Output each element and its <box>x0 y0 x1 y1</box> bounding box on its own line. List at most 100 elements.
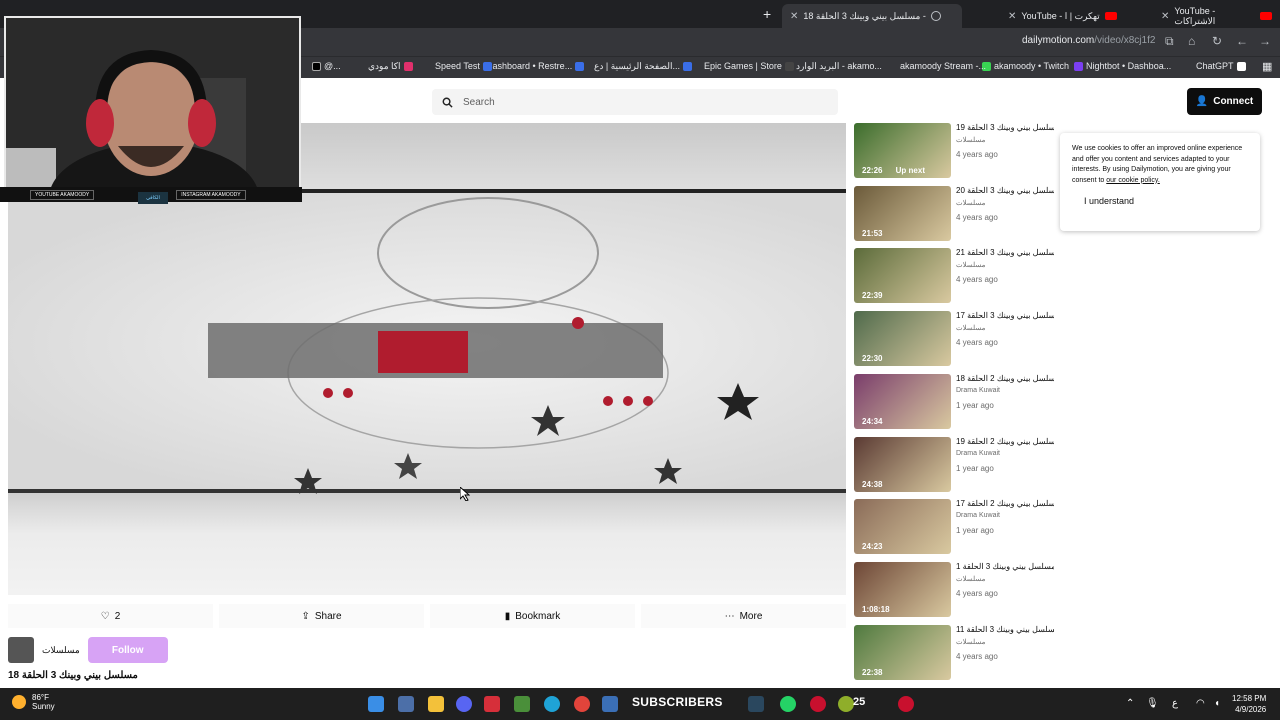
recorder-icon[interactable] <box>898 696 914 712</box>
related-video-item[interactable]: 21:53 مسلسل بيني وبينك 3 الحلقة 20 مسلسلات… <box>854 185 1054 242</box>
related-age: 4 years ago <box>956 275 998 285</box>
bookmark-label: اكا مودي <box>368 61 401 71</box>
bookmark-label: @... <box>324 61 341 71</box>
related-age: 4 years ago <box>956 150 998 159</box>
connect-button[interactable]: 👤 Connect <box>1187 88 1262 115</box>
url-field[interactable]: dailymotion.com/video/x8cj1f2 <box>1022 35 1155 46</box>
related-channel[interactable]: مسلسلات <box>956 261 985 269</box>
video-thumbnail[interactable]: 22:26 Up next <box>854 123 951 178</box>
bookmark-x[interactable]: @... <box>312 61 341 71</box>
bookmarks-overflow-icon[interactable]: ▦ <box>1262 60 1272 73</box>
share-button[interactable]: ⇪ Share <box>219 604 424 628</box>
related-video-item[interactable]: 22:39 مسلسل بيني وبينك 3 الحلقة 21 مسلسلات… <box>854 248 1054 304</box>
close-icon[interactable]: ✕ <box>1161 11 1169 22</box>
bookmark-label: Nightbot • Dashboa... <box>1086 61 1172 71</box>
bookmark-twitch[interactable]: akamoody • Twitch <box>982 61 1069 71</box>
like-button[interactable]: ♡ 2 <box>8 604 213 628</box>
related-title[interactable]: مسلسل بيني وبينك 2 الحلقة 18 <box>956 374 1054 383</box>
close-icon[interactable]: ✕ <box>1008 11 1016 22</box>
bookmark-speedtest[interactable]: Speed Test <box>435 61 492 71</box>
video-thumbnail[interactable]: 22:38 <box>854 624 951 680</box>
bookmark-button[interactable]: ▮ Bookmark <box>430 604 635 628</box>
related-title[interactable]: مسلسل بيني وبينك 3 الحلقة 21 <box>956 248 1054 257</box>
bookmark-home[interactable]: الصفحة الرئيسية | دع... <box>594 61 692 72</box>
steam-icon[interactable] <box>748 696 764 712</box>
related-channel[interactable]: مسلسلات <box>956 638 985 646</box>
new-tab-button[interactable]: + <box>763 6 771 22</box>
clock[interactable]: 12:58 PM 4/9/2026 <box>1232 693 1266 715</box>
related-channel[interactable]: مسلسلات <box>956 324 985 332</box>
understand-button[interactable]: I understand <box>1084 196 1134 206</box>
bookmark-nightbot[interactable]: Nightbot • Dashboa... <box>1074 61 1171 71</box>
related-video-item[interactable]: 22:30 مسلسل بيني وبينك 3 الحلقة 17 مسلسلات… <box>854 311 1054 367</box>
related-title[interactable]: مسلسل بيني وبينك 3 الحلقة 11 <box>956 625 1054 634</box>
chevron-up-icon[interactable]: ⌃ <box>1126 698 1134 709</box>
edge-icon[interactable] <box>544 696 560 712</box>
related-title[interactable]: مسلسل بيني وبينك 3 الحلقة 17 <box>956 311 1054 320</box>
related-video-item[interactable]: 1:08:18 مسلسل بيني وبينك 3 الحلقة 1 مسلسلا… <box>854 561 1054 618</box>
cookie-policy-link[interactable]: our cookie policy. <box>1106 177 1160 184</box>
discord-icon[interactable] <box>456 696 472 712</box>
channel-name[interactable]: مسلسلات <box>42 645 80 656</box>
whatsapp-icon[interactable] <box>780 696 796 712</box>
related-video-item[interactable]: 24:23 مسلسل بيني وبينك 2 الحلقة 17 Drama K… <box>854 499 1054 555</box>
related-channel[interactable]: Drama Kuwait <box>956 387 1000 394</box>
bookmark-epic[interactable]: Epic Games | Store <box>704 61 794 71</box>
related-channel[interactable]: مسلسلات <box>956 136 985 144</box>
close-icon[interactable]: ✕ <box>790 11 798 22</box>
video-thumbnail[interactable]: 21:53 <box>854 185 951 241</box>
related-title[interactable]: مسلسل بيني وبينك 2 الحلقة 17 <box>956 499 1054 508</box>
related-video-item[interactable]: 22:26 Up next مسلسل بيني وبينك 3 الحلقة 19… <box>854 123 1054 179</box>
app-icon[interactable] <box>602 696 618 712</box>
task-view-icon[interactable] <box>398 696 414 712</box>
video-thumbnail[interactable]: 24:38 <box>854 436 951 492</box>
forward-icon[interactable]: ← <box>1236 34 1248 48</box>
back-icon[interactable]: → <box>1259 34 1271 48</box>
obs-icon[interactable] <box>484 696 500 712</box>
tab-subscriptions[interactable]: ✕ YouTube - الاشتراكات <box>1153 4 1280 28</box>
home-icon[interactable]: ⌂ <box>1188 34 1195 48</box>
duration-label: 24:34 <box>862 416 883 426</box>
related-video-item[interactable]: 24:34 مسلسل بيني وبينك 2 الحلقة 18 Drama K… <box>854 373 1054 430</box>
search-input[interactable]: Search <box>432 89 838 115</box>
chrome-icon[interactable] <box>574 696 590 712</box>
tab-youtube[interactable]: ✕ YouTube - تهكرت | ا <box>1000 4 1125 28</box>
video-thumbnail[interactable]: 24:34 <box>854 373 951 429</box>
related-title[interactable]: مسلسل بيني وبينك 3 الحلقة 1 <box>956 562 1054 571</box>
related-channel[interactable]: مسلسلات <box>956 575 985 583</box>
related-channel[interactable]: Drama Kuwait <box>956 450 1000 457</box>
file-explorer-icon[interactable] <box>428 696 444 712</box>
bookmark-akamoody[interactable]: اكا مودي <box>368 61 413 72</box>
video-thumbnail[interactable]: 22:30 <box>854 311 951 367</box>
start-icon[interactable] <box>368 696 384 712</box>
video-thumbnail[interactable]: 22:39 <box>854 248 951 304</box>
related-channel[interactable]: مسلسلات <box>956 199 985 207</box>
app-red-icon[interactable] <box>810 696 826 712</box>
related-channel[interactable]: Drama Kuwait <box>956 512 1000 519</box>
related-video-item[interactable]: 22:38 مسلسل بيني وبينك 3 الحلقة 11 مسلسلات… <box>854 624 1054 681</box>
related-title[interactable]: مسلسل بيني وبينك 2 الحلقة 19 <box>956 437 1054 446</box>
related-title[interactable]: مسلسل بيني وبينك 3 الحلقة 19 <box>956 123 1054 132</box>
follow-button[interactable]: Follow <box>87 637 168 663</box>
bookmark-stream[interactable]: akamoody Stream -... <box>900 61 986 71</box>
badge-icon[interactable] <box>838 696 854 712</box>
wifi-icon[interactable]: ◠ <box>1196 698 1205 709</box>
minecraft-icon[interactable] <box>514 696 530 712</box>
more-button[interactable]: ⋯ More <box>641 604 846 628</box>
volume-icon[interactable]: ◖ <box>1214 698 1220 709</box>
reload-icon[interactable]: ↻ <box>1212 34 1222 48</box>
related-video-item[interactable]: 24:38 مسلسل بيني وبينك 2 الحلقة 19 Drama K… <box>854 436 1054 493</box>
tab-dailymotion[interactable]: ✕ مسلسل بيني وبينك 3 الحلقة 18 - <box>782 4 962 28</box>
copy-link-icon[interactable]: ⧉ <box>1165 34 1174 49</box>
bookmark-mail[interactable]: البريد الوارد - akamo... <box>796 61 882 72</box>
weather-widget[interactable]: 86°F Sunny <box>12 693 55 711</box>
bookmark-dashboard[interactable]: Dashboard • Restre... <box>486 61 585 71</box>
bookmark-chatgpt[interactable]: ChatGPT <box>1196 61 1246 71</box>
video-thumbnail[interactable]: 24:23 <box>854 499 951 555</box>
video-thumbnail[interactable]: 1:08:18 <box>854 561 951 617</box>
microphone-icon[interactable]: 🎙 <box>1146 698 1159 709</box>
channel-avatar[interactable] <box>8 637 34 663</box>
related-title[interactable]: مسلسل بيني وبينك 3 الحلقة 20 <box>956 186 1054 195</box>
language-indicator[interactable]: ع <box>1172 698 1178 709</box>
screen: ✕ YouTube - الاشتراكات ✕ YouTube - تهكرت… <box>0 0 1280 720</box>
